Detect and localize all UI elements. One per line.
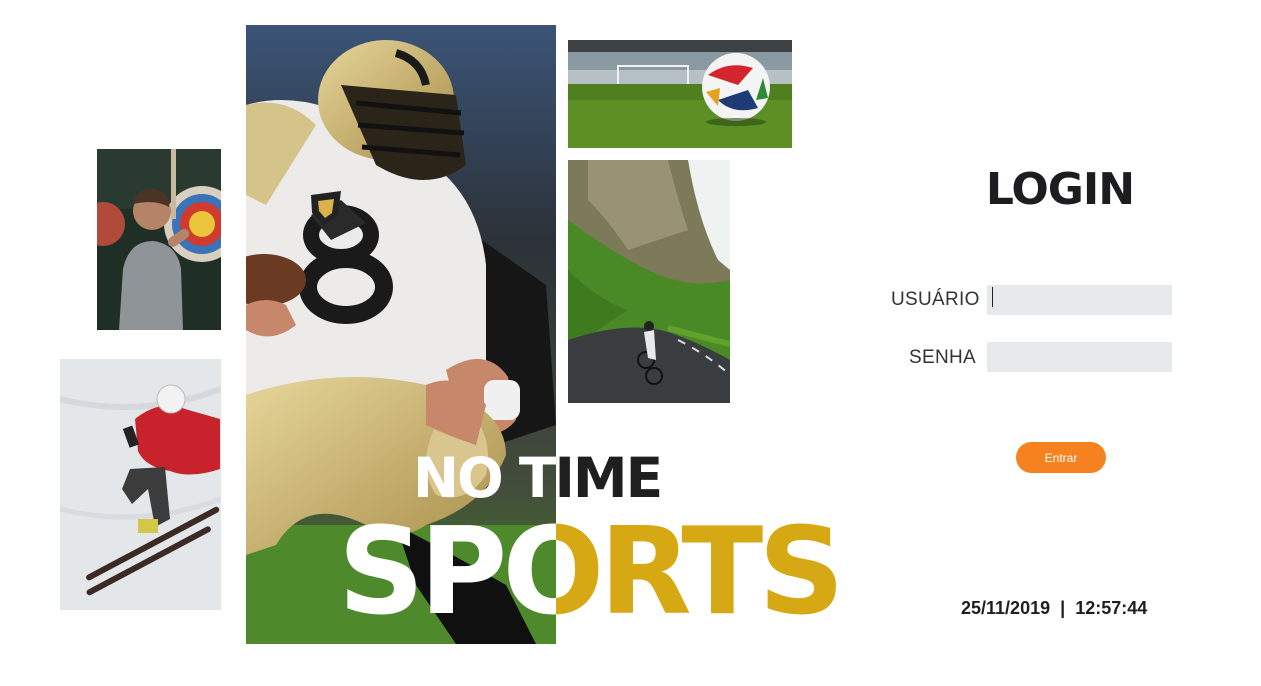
login-title: LOGIN	[985, 164, 1135, 215]
time-text: 12:57:44	[1075, 598, 1148, 618]
date-text: 25/11/2019	[961, 598, 1051, 618]
cycling-photo	[568, 160, 730, 403]
username-label: USUÁRIO	[891, 289, 980, 310]
datetime-display: 25/11/2019 | 12:57:44	[961, 598, 1147, 619]
archery-photo	[97, 149, 221, 330]
datetime-separator: |	[1060, 598, 1066, 618]
soccer-ball-photo	[568, 40, 792, 148]
text-caret	[992, 287, 993, 307]
password-label: SENHA	[909, 347, 976, 368]
username-input[interactable]	[987, 285, 1172, 315]
skiing-photo	[60, 359, 221, 610]
login-submit-button[interactable]: Entrar	[1016, 442, 1106, 473]
password-input[interactable]	[987, 342, 1172, 372]
